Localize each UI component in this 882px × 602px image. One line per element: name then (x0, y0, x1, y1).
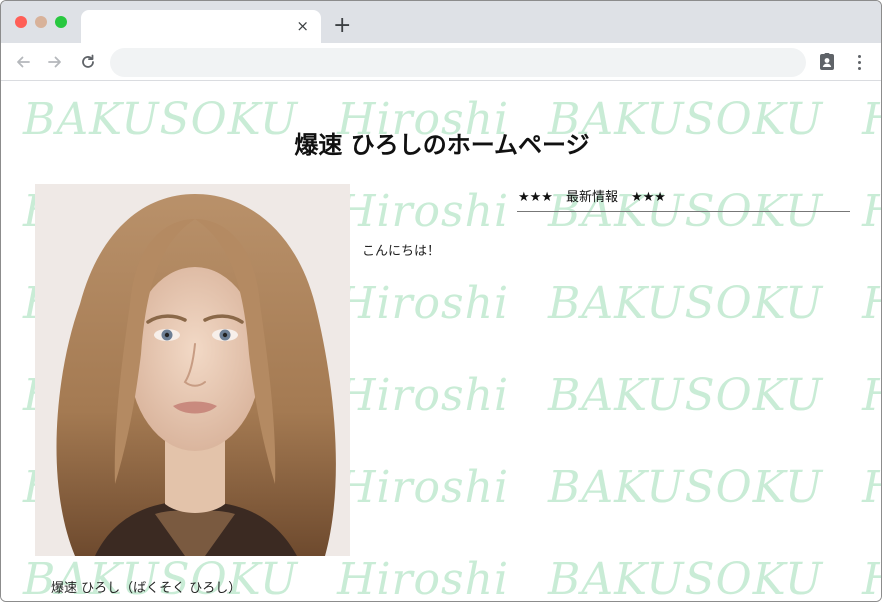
reload-icon[interactable] (78, 52, 98, 72)
profile-icon[interactable] (817, 52, 837, 72)
address-bar[interactable] (110, 48, 806, 77)
page-viewport: BAKUSOKU Hiroshi BAKUSOKU Hiroshi BAKUSO… (1, 82, 881, 601)
tab-close-icon[interactable]: × (296, 16, 309, 36)
forward-arrow-icon[interactable] (45, 52, 65, 72)
window-maximize-button[interactable] (55, 16, 67, 28)
tab-active[interactable]: × (81, 10, 321, 43)
profile-photo (35, 184, 350, 556)
news-heading: ★★★ 最新情報 ★★★ (518, 190, 666, 205)
window-minimize-button[interactable] (35, 16, 47, 28)
news-body: こんにちは！ (362, 244, 441, 259)
window-close-button[interactable] (15, 16, 27, 28)
new-tab-button[interactable]: + (333, 14, 351, 38)
news-divider (517, 211, 850, 212)
back-arrow-icon[interactable] (13, 52, 33, 72)
tab-strip: × + (1, 1, 881, 43)
profile-caption: 爆速 ひろし（ばくそく ひろし） (51, 581, 242, 596)
browser-toolbar (1, 43, 881, 81)
browser-window: × + BAKUSOKU Hiroshi BAKUSOKU Hiroshi BA… (0, 0, 882, 602)
kebab-menu-icon[interactable] (852, 52, 866, 72)
page-title: 爆速 ひろしのホームページ (294, 131, 590, 159)
